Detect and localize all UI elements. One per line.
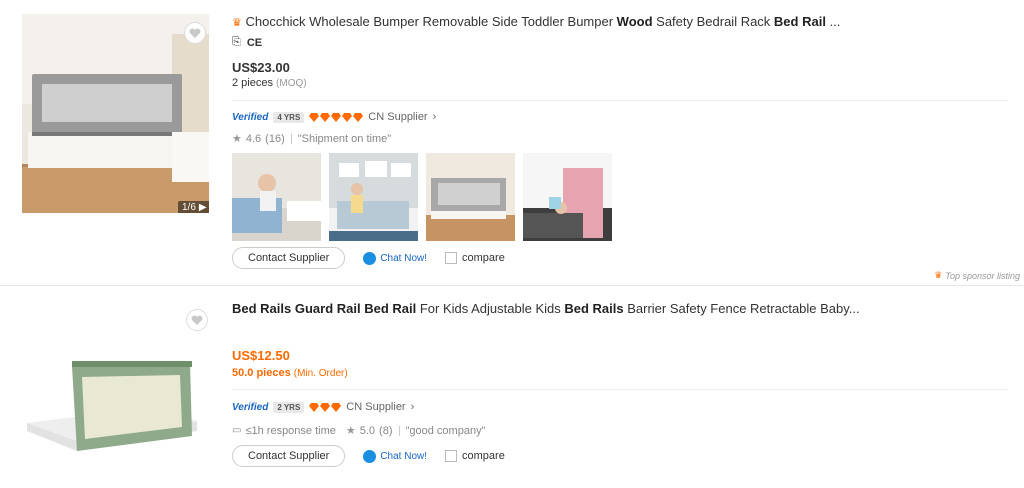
price: US$12.50 (232, 348, 290, 363)
years-badge: 2 YRS (273, 401, 305, 413)
diamond-icon (331, 402, 342, 412)
product-title-1[interactable]: ♛ Chocchick Wholesale Bumper Removable S… (232, 14, 840, 29)
supplier-info[interactable]: Verified 2 YRS CN Supplier › (232, 401, 414, 413)
product-card-1: 1/6 ▶ ♛ Chocchick Wholesale Bumper Remov… (0, 0, 1024, 286)
image-gallery (232, 153, 612, 241)
diamond-icon (353, 112, 364, 122)
min-order: 2 pieces (MOQ) (232, 77, 307, 89)
product-main-image[interactable] (22, 301, 209, 488)
separator (290, 133, 292, 144)
product-card-2: Bed Rails Guard Rail Bed Rail For Kids A… (0, 287, 1024, 488)
moq-label: (MOQ) (276, 78, 307, 89)
review-tag: "Shipment on time" (297, 132, 392, 145)
video-play-icon[interactable]: ▶ (199, 202, 207, 213)
bed-rail-photo (22, 14, 209, 213)
title-part: ... (825, 14, 841, 29)
moq-value: 2 pieces (232, 77, 273, 89)
title-part: Wood (616, 14, 653, 29)
image-counter-text: 1/6 (182, 202, 196, 213)
review-info: ▭ ≤1h response time ★ 5.0 (8) "good comp… (232, 424, 486, 438)
crown-icon: ♛ (232, 17, 242, 29)
card-actions: Contact Supplier Chat Now! compare (232, 247, 505, 269)
title-part: Safety Bedrail Rack (652, 14, 774, 29)
supplier-type: CN Supplier (368, 111, 428, 123)
certifications: ⎘ CE (232, 36, 262, 49)
gallery-image-1[interactable] (232, 153, 321, 241)
compare-checkbox[interactable]: compare (445, 450, 505, 462)
diamond-icon (309, 112, 320, 122)
compare-label: compare (462, 450, 505, 462)
review-count[interactable]: (16) (265, 133, 285, 145)
years-badge: 4 YRS (273, 111, 305, 123)
title-part: Bed Rails (564, 301, 624, 316)
chat-now-link[interactable]: Chat Now! (363, 449, 428, 463)
image-counter: 1/6 ▶ (178, 201, 209, 213)
review-info: ★ 4.6 (16) "Shipment on time" (232, 132, 392, 146)
ce-mark: CE (246, 36, 263, 49)
compare-checkbox[interactable]: compare (445, 252, 505, 264)
chat-now-link[interactable]: Chat Now! (363, 251, 428, 265)
moq-label: (Min. Order) (293, 368, 348, 379)
star-icon: ★ (345, 425, 356, 437)
contact-supplier-button[interactable]: Contact Supplier (232, 445, 346, 467)
verified-badge: Verified (232, 111, 269, 123)
product-title-2[interactable]: Bed Rails Guard Rail Bed Rail For Kids A… (232, 301, 860, 316)
supplier-info[interactable]: Verified 4 YRS CN Supplier › (232, 111, 436, 123)
gallery-image-3[interactable] (426, 153, 515, 241)
rating-value: 5.0 (359, 424, 376, 437)
diamond-rating (309, 402, 342, 412)
title-part: Barrier Safety Fence Retractable Baby... (623, 301, 860, 316)
checkbox-icon[interactable] (445, 252, 458, 264)
diamond-icon (342, 112, 353, 122)
chevron-right-icon: › (432, 111, 437, 123)
gallery-image-4[interactable] (523, 153, 612, 241)
message-icon: ▭ (232, 425, 242, 436)
divider (232, 389, 1008, 390)
chat-bubble-icon (363, 449, 377, 463)
rating-value: 4.6 (245, 132, 262, 145)
title-part: Bed Rail (773, 14, 826, 29)
moq-value: 50.0 pieces (232, 367, 291, 379)
sponsor-text: Top sponsor listing (945, 270, 1020, 281)
chat-bubble-icon (363, 251, 377, 265)
favorite-heart-icon[interactable] (186, 309, 208, 331)
title-part: Chocchick Wholesale Bumper Removable Sid… (245, 14, 617, 29)
gallery-image-2[interactable] (329, 153, 418, 241)
divider (232, 100, 1008, 101)
diamond-rating (309, 112, 364, 122)
title-part: Bed Rails Guard Rail Bed Rail (232, 301, 417, 316)
checkbox-icon[interactable] (445, 450, 458, 462)
star-icon: ★ (232, 133, 242, 145)
product-main-image[interactable]: 1/6 ▶ (22, 14, 209, 213)
supplier-type: CN Supplier (346, 401, 406, 413)
diamond-icon (320, 112, 331, 122)
review-tag: "good company" (405, 424, 486, 437)
contact-supplier-button[interactable]: Contact Supplier (232, 247, 346, 269)
chevron-right-icon: › (410, 401, 415, 413)
chat-label: Chat Now! (380, 450, 428, 462)
price: US$23.00 (232, 60, 290, 75)
chat-label: Chat Now! (380, 252, 428, 264)
diamond-icon (331, 112, 342, 122)
separator (398, 425, 400, 436)
card-actions: Contact Supplier Chat Now! compare (232, 445, 505, 467)
bed-rail-photo (22, 301, 209, 481)
sponsor-label: ♛ Top sponsor listing (934, 270, 1020, 281)
title-part: For Kids Adjustable Kids (416, 301, 565, 316)
diamond-icon (320, 402, 331, 412)
min-order: 50.0 pieces (Min. Order) (232, 367, 348, 379)
review-count[interactable]: (8) (379, 425, 392, 437)
certificate-icon: ⎘ (232, 36, 241, 48)
crown-icon: ♛ (934, 270, 943, 280)
favorite-heart-icon[interactable] (184, 22, 206, 44)
response-time: ≤1h response time (245, 424, 336, 437)
verified-badge: Verified (232, 401, 269, 413)
compare-label: compare (462, 252, 505, 264)
diamond-icon (309, 402, 320, 412)
